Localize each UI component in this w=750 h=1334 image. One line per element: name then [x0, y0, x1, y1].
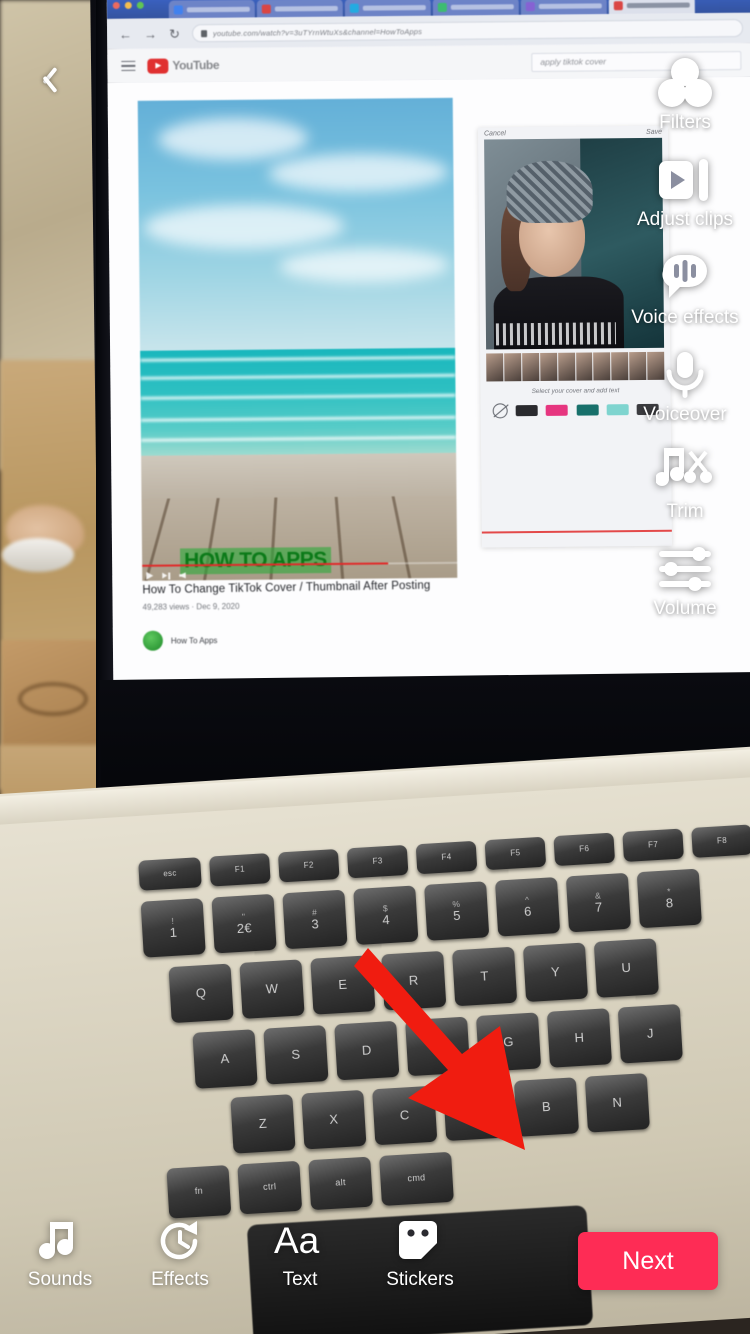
key-f1[interactable]: F1 [209, 853, 271, 887]
youtube-logo-text: YouTube [172, 58, 220, 73]
sidebar-label: Adjust clips [636, 209, 734, 231]
ocean [140, 347, 457, 457]
browser-tab[interactable] [256, 0, 343, 18]
toolbar-item-effects[interactable]: Effects [120, 1218, 240, 1291]
browser-forward-icon[interactable]: → [144, 26, 157, 41]
channel-row[interactable]: How To Apps [142, 630, 218, 651]
sidebar-label: Volume [653, 598, 717, 620]
sidebar-item-filters[interactable]: Filters [620, 52, 750, 133]
key-7[interactable]: & 7 [565, 872, 632, 933]
browser-address-bar[interactable]: youtube.com/watch?v=3uTYrnWtuXs&channel=… [191, 19, 744, 43]
toolbar-label: Text [282, 1269, 318, 1290]
next-track-icon[interactable] [162, 572, 170, 580]
back-button[interactable] [28, 62, 62, 96]
browser-tab[interactable] [168, 0, 255, 19]
video-overlay-text: HOW TO APPS [179, 547, 331, 575]
youtube-play-icon [147, 58, 169, 74]
browser-tab[interactable] [432, 0, 519, 16]
video-controls[interactable] [146, 571, 186, 580]
filters-icon [657, 52, 713, 114]
trim-icon [656, 441, 714, 503]
key-f8[interactable]: F8 [691, 824, 750, 858]
next-button[interactable]: Next [578, 1232, 718, 1290]
key-esc[interactable]: esc [138, 857, 202, 891]
key-1[interactable]: ! 1 [140, 898, 206, 958]
sweater-pattern [495, 322, 617, 346]
sticker-face-icon [397, 1218, 443, 1264]
toolbar-item-sounds[interactable]: Sounds [0, 1218, 120, 1291]
computer-mouse [2, 538, 74, 572]
tiktok-editor-screen: ← → ↻ youtube.com/watch?v=3uTYrnWtuXs&ch… [0, 0, 750, 1334]
sidebar-item-voiceover[interactable]: Voiceover [620, 344, 750, 425]
key-a[interactable]: A [192, 1029, 258, 1089]
no-style-icon[interactable] [492, 403, 508, 419]
browser-url-text: youtube.com/watch?v=3uTYrnWtuXs&channel=… [212, 26, 423, 38]
music-note-icon [37, 1218, 83, 1264]
key-f3[interactable]: F3 [346, 844, 409, 879]
intel-cardboard-box [2, 640, 102, 750]
key-f6[interactable]: F6 [553, 832, 616, 867]
toolbar-label: Stickers [386, 1269, 454, 1290]
channel-name: How To Apps [170, 635, 218, 646]
style-swatch[interactable] [515, 405, 538, 417]
red-arrow-icon [354, 948, 525, 1150]
style-swatch[interactable] [576, 404, 599, 416]
key-s[interactable]: S [263, 1025, 329, 1085]
svg-text:Aa: Aa [274, 1220, 320, 1261]
sidebar-label: Trim [666, 501, 704, 523]
speaker-icon[interactable] [179, 572, 186, 578]
browser-tab[interactable] [344, 0, 431, 17]
volume-sliders-icon [655, 538, 715, 600]
voice-effects-icon [657, 247, 713, 309]
toolbar-item-text[interactable]: Aa Text [240, 1218, 360, 1291]
youtube-logo[interactable]: YouTube [147, 58, 219, 74]
window-controls[interactable] [112, 1, 144, 10]
avatar [142, 630, 163, 651]
sidebar-label: Voice effects [631, 306, 739, 328]
beanie-hat [506, 160, 593, 224]
text-aa-icon: Aa [274, 1218, 326, 1264]
key-f7[interactable]: F7 [622, 828, 684, 863]
browser-reload-icon[interactable]: ↻ [169, 26, 180, 41]
browser-back-icon[interactable]: ← [119, 26, 132, 41]
browser-tab[interactable] [520, 0, 607, 16]
toolbar-label: Effects [151, 1269, 209, 1290]
sidebar-item-trim[interactable]: Trim [620, 441, 750, 522]
key-z[interactable]: Z [230, 1094, 296, 1154]
browser-tab-active[interactable] [608, 0, 695, 15]
clock-arrow-icon [157, 1218, 203, 1264]
key-6[interactable]: ^ 6 [494, 877, 561, 937]
key-8[interactable]: * 8 [636, 868, 702, 929]
toolbar-item-stickers[interactable]: Stickers [360, 1218, 480, 1291]
style-swatch[interactable] [546, 404, 569, 416]
key-w[interactable]: W [239, 959, 305, 1019]
key-f5[interactable]: F5 [484, 836, 547, 871]
key-q[interactable]: Q [168, 963, 234, 1024]
editor-sidebar: Filters Adjust clips Voice effects Voice… [620, 52, 750, 636]
video-meta: 49,283 views · Dec 9, 2020 [142, 601, 240, 612]
key-2[interactable]: " 2€ [211, 893, 277, 954]
sidebar-item-volume[interactable]: Volume [620, 538, 750, 619]
youtube-search-value: apply tiktok cover [540, 56, 607, 67]
lock-icon [200, 29, 207, 37]
microphone-icon [660, 344, 710, 406]
sidebar-label: Filters [659, 112, 711, 133]
key-3[interactable]: #3 [282, 889, 348, 950]
key-f4[interactable]: F4 [415, 840, 478, 875]
sidebar-item-adjust-clips[interactable]: Adjust clips [620, 149, 750, 230]
cancel-label[interactable]: Cancel [484, 130, 506, 137]
sidebar-label: Voiceover [643, 403, 727, 425]
hamburger-icon[interactable] [121, 60, 136, 72]
toolbar-label: Sounds [27, 1269, 93, 1290]
adjust-clips-icon [657, 149, 713, 211]
sand [141, 452, 457, 500]
video-player[interactable]: HOW TO APPS [137, 97, 458, 581]
play-icon[interactable] [146, 571, 154, 580]
key-f2[interactable]: F2 [277, 848, 340, 883]
sidebar-item-voice-effects[interactable]: Voice effects [620, 247, 750, 328]
